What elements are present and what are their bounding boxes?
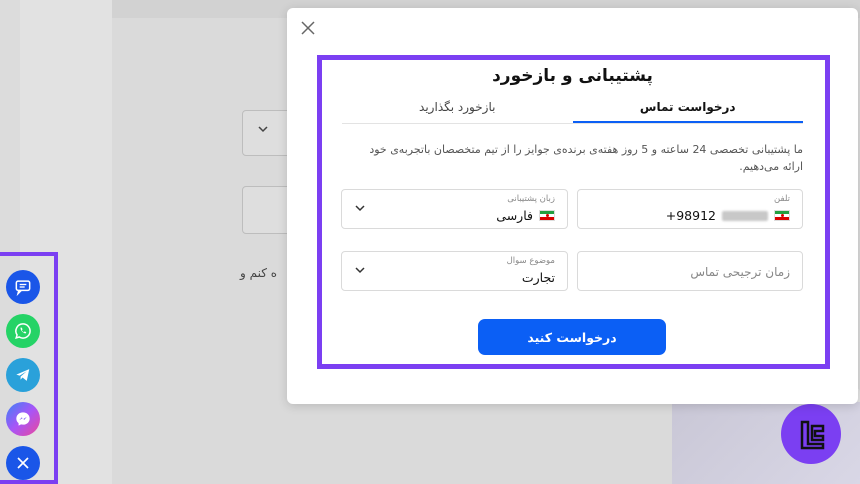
- chevron-down-icon: [355, 205, 365, 212]
- chat-icon: [15, 280, 31, 297]
- messenger-button[interactable]: [6, 402, 40, 436]
- close-icon: [17, 457, 29, 469]
- phone-label: تلفن: [774, 194, 790, 204]
- chat-button[interactable]: [6, 270, 40, 304]
- brand-logo[interactable]: [781, 404, 841, 464]
- modal-close-button[interactable]: [301, 20, 317, 36]
- preferred-time-input[interactable]: زمان ترجیحی تماس: [577, 251, 803, 291]
- intro-text: ما پشتیبانی تخصصی 24 ساعته و 5 روز هفته‌…: [369, 143, 803, 173]
- iran-flag-icon: [539, 210, 555, 221]
- close-icon: [301, 21, 315, 35]
- phone-value: +98912: [665, 208, 716, 223]
- submit-request-button[interactable]: درخواست کنید: [478, 319, 666, 355]
- whatsapp-icon: [15, 323, 31, 340]
- question-topic-label: موضوع سوال: [506, 256, 555, 266]
- phone-field[interactable]: تلفن +98912: [577, 189, 803, 229]
- modal-title: پشتیبانی و بازخورد: [492, 66, 653, 86]
- tab-feedback[interactable]: بازخورد بگذارید: [342, 96, 573, 123]
- tab-contact-request[interactable]: درخواست تماس: [572, 96, 803, 123]
- support-language-value: فارسی: [496, 208, 533, 223]
- chevron-down-icon: [355, 267, 365, 274]
- close-social-button[interactable]: [6, 446, 40, 480]
- background-text: ه کنم و: [240, 266, 278, 280]
- support-language-label: زبان پشتیبانی: [507, 194, 555, 204]
- telegram-button[interactable]: [6, 358, 40, 392]
- whatsapp-button[interactable]: [6, 314, 40, 348]
- chevron-down-icon: [257, 123, 269, 139]
- support-language-select[interactable]: زبان پشتیبانی فارسی: [341, 189, 568, 229]
- preferred-time-placeholder: زمان ترجیحی تماس: [690, 265, 790, 279]
- telegram-icon: [16, 369, 30, 381]
- social-bar: [0, 252, 58, 484]
- question-topic-value: تجارت: [521, 270, 555, 285]
- iran-flag-icon: [774, 210, 790, 221]
- messenger-icon: [16, 412, 30, 426]
- logo-icon: [800, 420, 825, 450]
- tab-bar: درخواست تماس بازخورد بگذارید: [342, 96, 803, 124]
- question-topic-select[interactable]: موضوع سوال تجارت: [341, 251, 568, 291]
- redacted-number: [722, 210, 768, 221]
- support-modal: پشتیبانی و بازخورد درخواست تماس بازخورد …: [287, 8, 858, 404]
